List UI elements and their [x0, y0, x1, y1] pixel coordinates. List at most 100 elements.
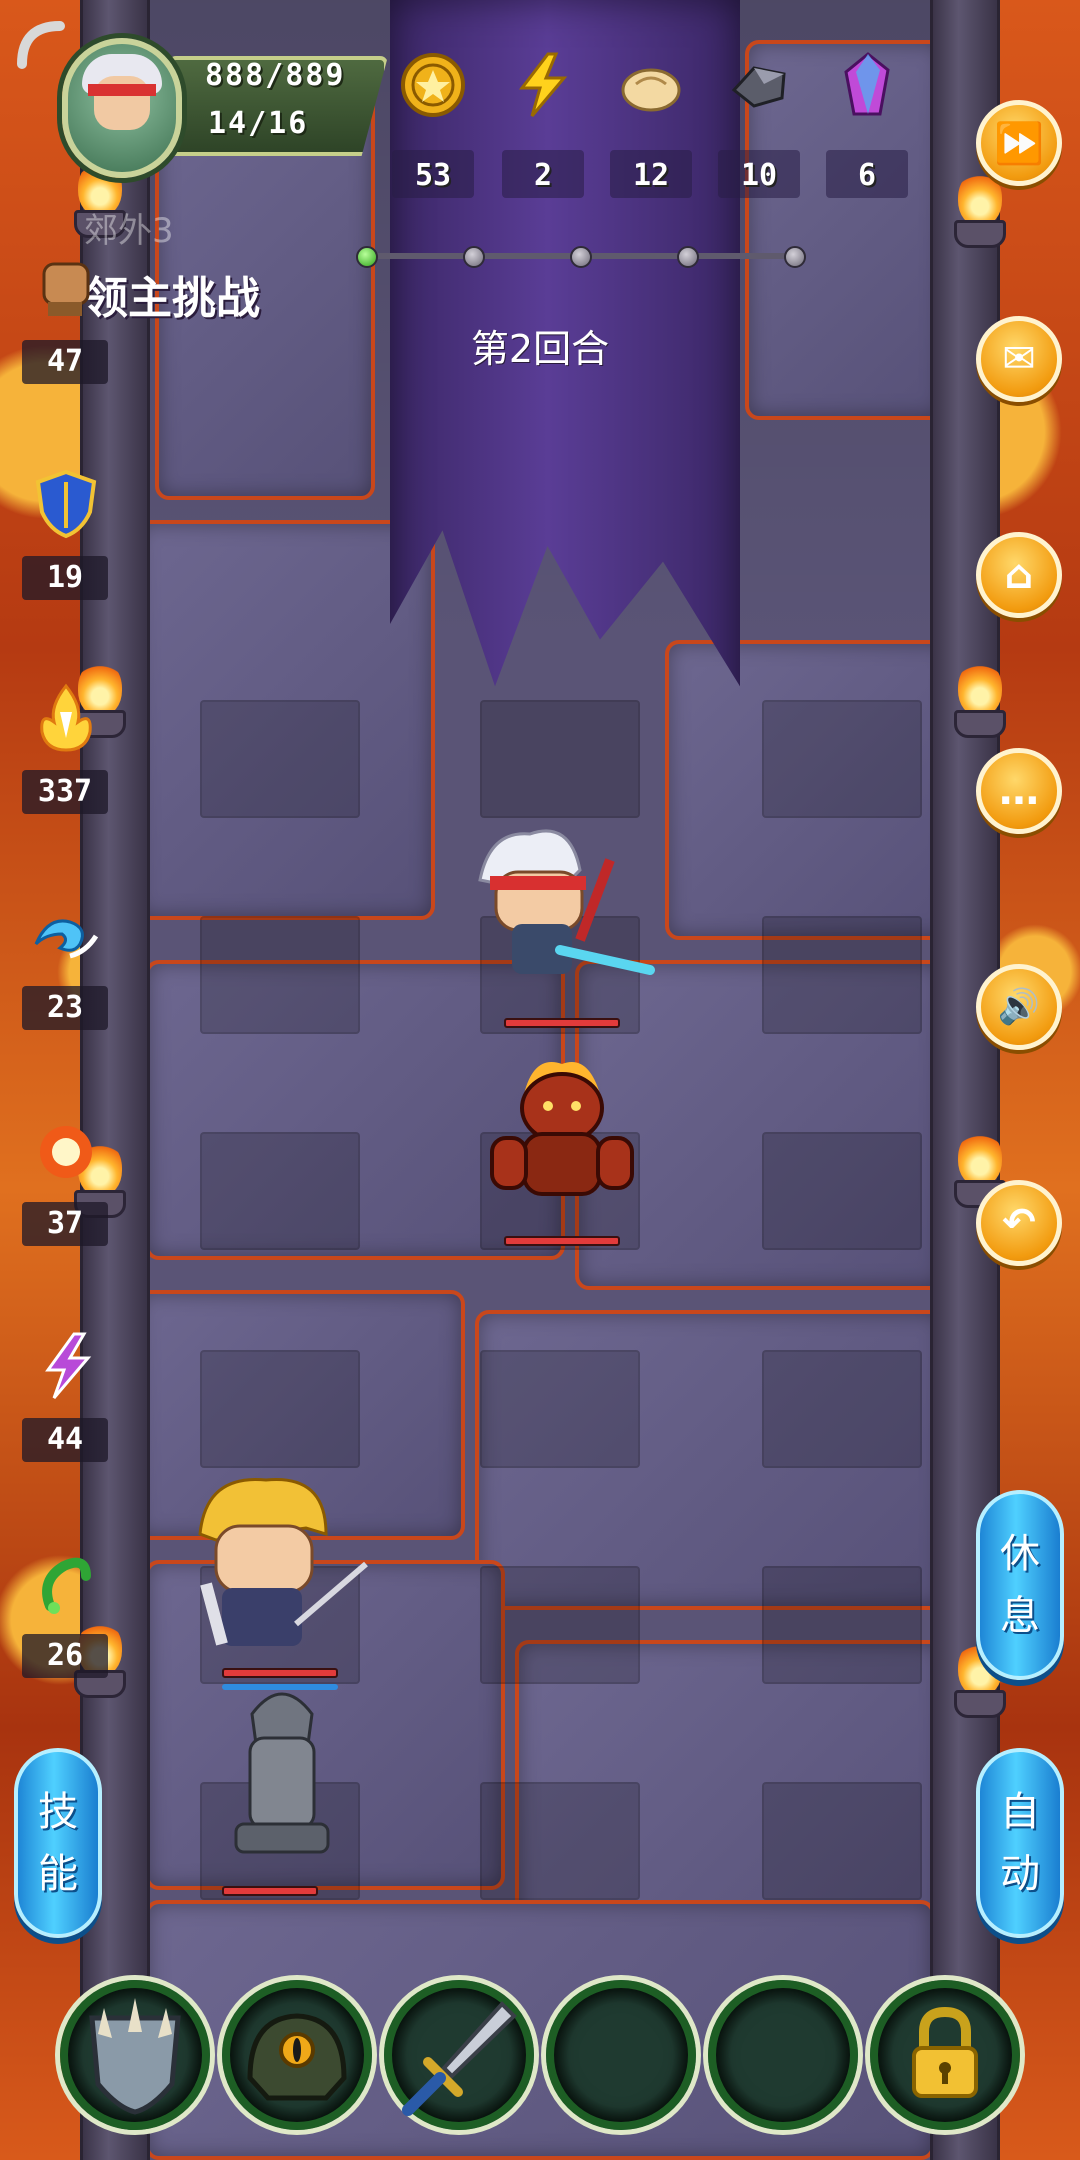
- attack-value: 47: [22, 340, 108, 384]
- stat-poison: 26: [22, 1546, 108, 1696]
- board-cell[interactable]: [480, 700, 640, 818]
- padlock-icon: [912, 2006, 978, 2098]
- board-cell[interactable]: [762, 1350, 922, 1468]
- locked-slot[interactable]: [870, 1980, 1020, 2130]
- lightning-bolt-icon: [45, 1332, 92, 1399]
- torch-icon: [950, 660, 1010, 740]
- empty-slot-2[interactable]: [708, 1980, 858, 2130]
- sword-slot[interactable]: [384, 1980, 534, 2130]
- spiked-shield-icon: [89, 1998, 181, 2115]
- board-cell[interactable]: [762, 1566, 922, 1684]
- back-arc-icon[interactable]: [12, 14, 72, 74]
- statue-hp-bar: [222, 1886, 318, 1896]
- water-value: 23: [22, 986, 108, 1030]
- undo-button[interactable]: ↶: [976, 1180, 1062, 1266]
- stat-defense: 19: [22, 468, 108, 618]
- fire-aura-icon: [40, 683, 92, 752]
- empty-slot-1[interactable]: [546, 1980, 696, 2130]
- stat-lightning: 44: [22, 1330, 108, 1480]
- round-progress-node: [463, 246, 485, 268]
- skill-button-char1: 技: [38, 1789, 78, 1835]
- board-cell[interactable]: [200, 916, 360, 1034]
- mail-button[interactable]: ✉: [976, 316, 1062, 402]
- water-wave-icon: [34, 919, 99, 959]
- auto-button-char2: 动: [1000, 1851, 1040, 1897]
- boss-challenge-label: 领主挑战: [84, 273, 260, 324]
- auto-button-char1: 自: [1000, 1789, 1040, 1835]
- stat-attack: 47: [22, 252, 108, 402]
- auto-button[interactable]: 自 动: [976, 1748, 1064, 1938]
- chat-button[interactable]: …: [976, 748, 1062, 834]
- defense-value: 19: [22, 556, 108, 600]
- home-button[interactable]: ⌂: [976, 532, 1062, 618]
- chat-icon: …: [999, 768, 1039, 814]
- home-icon: ⌂: [1004, 552, 1034, 598]
- resource-energy: 2: [496, 46, 590, 206]
- bun-food-icon: [621, 68, 681, 112]
- fast-forward-button[interactable]: ⏩: [976, 100, 1062, 186]
- hero-hp-text: 888/889: [205, 58, 346, 93]
- round-progress-node: [784, 246, 806, 268]
- lightning-energy-icon: [518, 52, 568, 117]
- board-cell[interactable]: [762, 916, 922, 1034]
- resource-food: 12: [604, 46, 698, 206]
- board-cell[interactable]: [200, 1132, 360, 1250]
- hero-character[interactable]: [460, 820, 660, 1010]
- round-label: 第2回合: [470, 327, 610, 371]
- round-progress-node: [356, 246, 378, 268]
- board-cell[interactable]: [200, 1350, 360, 1468]
- eye-helmet-slot[interactable]: [222, 1980, 372, 2130]
- stat-fireball: 37: [22, 1114, 108, 1264]
- stone-statue-unit[interactable]: [222, 1674, 342, 1874]
- fire-golem-enemy[interactable]: [484, 1054, 640, 1224]
- sound-icon: 🔊: [997, 987, 1041, 1027]
- board-cell[interactable]: [480, 1782, 640, 1900]
- stage-name: 郊外3: [84, 211, 174, 251]
- crystal-gem-icon: [844, 52, 890, 116]
- stat-water: 23: [22, 898, 108, 1048]
- floor-progress-text: 14/16: [208, 106, 309, 141]
- resource-ore: 10: [712, 46, 806, 206]
- round-progress-node: [570, 246, 592, 268]
- eye-helmet-icon: [247, 2013, 347, 2101]
- undo-icon: ↶: [1002, 1200, 1036, 1246]
- gold-coin-icon: [401, 53, 465, 117]
- rest-button-char2: 息: [1000, 1593, 1040, 1639]
- hero-hp-bar: [504, 1018, 620, 1028]
- energy-count: 2: [533, 158, 553, 193]
- rest-button-char1: 休: [1000, 1531, 1040, 1577]
- blonde-swordsman-ally[interactable]: [186, 1474, 376, 1664]
- sword-icon: [402, 2001, 517, 2116]
- poison-vine-icon: [42, 1557, 91, 1614]
- fire-golem-hp-bar: [504, 1236, 620, 1246]
- hero-avatar[interactable]: [62, 38, 182, 178]
- resource-gem: 6: [820, 46, 914, 206]
- game-stage: 888/889 14/16 53 2 12 10 6 郊外3 领主挑战 第2回合…: [0, 0, 1080, 2160]
- round-progress-node: [677, 246, 699, 268]
- mail-icon: ✉: [1002, 336, 1036, 382]
- rest-button[interactable]: 休 息: [976, 1490, 1064, 1680]
- board-cell[interactable]: [480, 1566, 640, 1684]
- resource-gold: 53: [386, 46, 480, 206]
- food-count: 12: [632, 158, 670, 193]
- lightning-value: 44: [22, 1418, 108, 1462]
- board-cell[interactable]: [480, 1350, 640, 1468]
- fast-forward-icon: ⏩: [994, 120, 1044, 167]
- sound-button[interactable]: 🔊: [976, 964, 1062, 1050]
- poison-value: 26: [22, 1634, 108, 1678]
- fireball-value: 37: [22, 1202, 108, 1246]
- board-cell[interactable]: [762, 1132, 922, 1250]
- skill-button[interactable]: 技 能: [14, 1748, 102, 1938]
- skill-button-char2: 能: [38, 1851, 78, 1897]
- board-cell[interactable]: [762, 1782, 922, 1900]
- shield-defense-icon: [35, 469, 97, 539]
- board-cell[interactable]: [200, 700, 360, 818]
- spiked-shield-slot[interactable]: [60, 1980, 210, 2130]
- fireball-icon: [40, 1126, 92, 1178]
- fist-attack-icon: [42, 262, 90, 316]
- iron-ore-icon: [731, 66, 786, 108]
- stat-fire-aura: 337: [22, 682, 108, 832]
- gold-count: 53: [414, 158, 452, 193]
- board-cell[interactable]: [762, 700, 922, 818]
- gem-count: 6: [857, 158, 877, 193]
